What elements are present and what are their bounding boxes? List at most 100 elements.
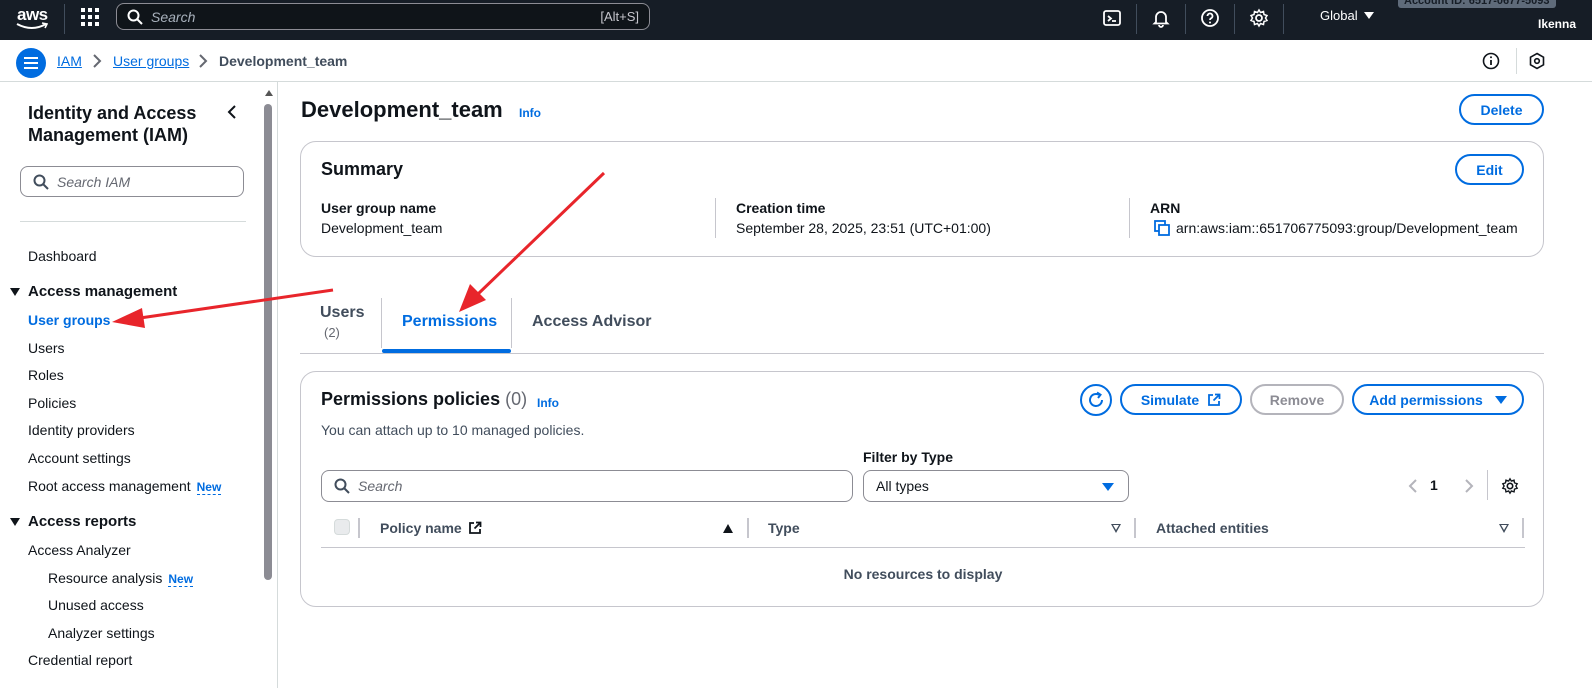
column-attached-entities[interactable]: Attached entities: [1156, 520, 1269, 536]
sidebar-section-access-management[interactable]: Access management: [10, 283, 177, 300]
sidebar-item-root-access[interactable]: Root access management New: [28, 478, 222, 495]
simulate-button-label: Simulate: [1140, 391, 1200, 408]
policy-search-placeholder: Search: [358, 478, 403, 494]
chevron-right-icon[interactable]: [1464, 478, 1474, 494]
menu-toggle-button[interactable]: [16, 48, 46, 78]
permissions-count: (0): [505, 389, 528, 409]
group-name-value: Development_team: [321, 220, 443, 236]
add-permissions-label: Add permissions: [1369, 391, 1483, 408]
sidebar-item-policies[interactable]: Policies: [28, 395, 76, 411]
summary-divider: [1129, 198, 1130, 238]
sidebar-section-access-reports[interactable]: Access reports: [10, 513, 136, 530]
section-label: Access management: [28, 283, 178, 300]
tab-users[interactable]: Users: [320, 304, 364, 322]
external-link-icon: [1208, 393, 1221, 406]
tab-users-count: (2): [324, 325, 340, 340]
permissions-info-link[interactable]: Info: [537, 396, 559, 410]
copy-icon[interactable]: [1154, 220, 1170, 236]
simulate-button[interactable]: Simulate: [1120, 384, 1242, 415]
new-badge: New: [168, 572, 194, 587]
permissions-title: Permissions policies (0): [321, 389, 527, 410]
refresh-button[interactable]: [1080, 384, 1112, 416]
scrollbar-thumb[interactable]: [264, 104, 272, 580]
sidebar-item-analyzer-settings[interactable]: Analyzer settings: [48, 625, 155, 641]
column-policy-name[interactable]: Policy name: [380, 520, 482, 536]
remove-button[interactable]: Remove: [1250, 384, 1344, 415]
sidebar-item-account-settings[interactable]: Account settings: [28, 450, 131, 466]
user-menu[interactable]: Ikenna: [1538, 17, 1576, 31]
help-icon[interactable]: [1200, 8, 1220, 28]
chevron-left-icon[interactable]: [226, 104, 238, 120]
caret-down-icon: [1494, 395, 1507, 404]
type-filter-value: All types: [876, 478, 929, 494]
sort-ascending-icon[interactable]: [723, 524, 733, 533]
breadcrumb-iam[interactable]: IAM: [57, 53, 82, 69]
sidebar-title: Identity and Access Management (IAM): [28, 103, 197, 145]
scroll-up-icon[interactable]: [265, 90, 273, 96]
caret-down-icon: [1102, 483, 1114, 491]
gear-icon[interactable]: [1501, 477, 1519, 495]
sidebar-item-label: Root access management: [28, 478, 191, 494]
account-id-badge[interactable]: Account ID: 6517-0677-5093: [1398, 0, 1556, 8]
sidebar-item-identity-providers[interactable]: Identity providers: [28, 422, 135, 438]
type-filter-select[interactable]: All types: [863, 470, 1129, 502]
sidebar-item-resource-analysis[interactable]: Resource analysis New: [48, 570, 194, 587]
sidebar-item-credential-report[interactable]: Credential report: [28, 652, 132, 668]
delete-button[interactable]: Delete: [1459, 94, 1544, 125]
empty-state-message: No resources to display: [843, 566, 1003, 582]
tab-divider: [511, 298, 512, 348]
external-link-icon: [468, 521, 482, 534]
sort-descending-icon[interactable]: [1111, 524, 1121, 533]
sidebar-item-roles[interactable]: Roles: [28, 367, 64, 383]
table-header: Policy name Type Attached entities: [321, 512, 1525, 548]
bell-icon[interactable]: [1151, 8, 1171, 28]
add-permissions-button[interactable]: Add permissions: [1352, 384, 1524, 415]
sidebar-search-placeholder: Search IAM: [57, 173, 131, 190]
global-search-placeholder: Search: [151, 8, 196, 25]
active-tab-indicator: [382, 349, 511, 353]
tab-access-advisor[interactable]: Access Advisor: [532, 313, 651, 331]
select-all-checkbox[interactable]: [334, 519, 350, 535]
search-icon: [33, 174, 49, 190]
column-label: Policy name: [380, 520, 462, 536]
permissions-card: Permissions policies (0) Info You can at…: [300, 371, 1544, 607]
search-icon: [127, 9, 143, 25]
creation-time-label: Creation time: [736, 200, 826, 216]
tab-permissions[interactable]: Permissions: [402, 313, 497, 331]
tab-divider: [381, 298, 382, 348]
info-circle-icon[interactable]: [1482, 52, 1500, 70]
global-search-input[interactable]: Search [Alt+S]: [116, 3, 650, 30]
sort-descending-icon[interactable]: [1499, 524, 1509, 533]
main-content: Development_team Info Delete Summary Edi…: [279, 82, 1592, 688]
nav-divider: [64, 4, 65, 34]
hexagon-settings-icon[interactable]: [1528, 52, 1546, 70]
arn-label: ARN: [1150, 200, 1181, 216]
top-navigation: aws Search [Alt+S] Global Account ID: 65…: [0, 0, 1592, 40]
title-info-link[interactable]: Info: [519, 106, 541, 120]
edit-button[interactable]: Edit: [1455, 154, 1524, 185]
refresh-icon: [1089, 391, 1103, 407]
breadcrumb-user-groups[interactable]: User groups: [113, 53, 189, 69]
sidebar-item-unused-access[interactable]: Unused access: [48, 597, 144, 613]
current-page[interactable]: 1: [1430, 477, 1438, 493]
nav-divider: [1136, 4, 1137, 34]
aws-logo[interactable]: aws: [16, 4, 50, 34]
sidebar-item-dashboard[interactable]: Dashboard: [28, 248, 97, 264]
chevron-left-icon[interactable]: [1408, 478, 1418, 494]
region-selector[interactable]: Global: [1320, 8, 1374, 23]
sidebar-item-access-analyzer[interactable]: Access Analyzer: [28, 542, 131, 558]
cloudshell-icon[interactable]: [1102, 8, 1122, 28]
sidebar-search-input[interactable]: Search IAM: [20, 166, 244, 197]
caret-down-icon: [10, 517, 20, 526]
summary-title: Summary: [321, 159, 404, 179]
chevron-right-icon: [93, 54, 102, 68]
filter-by-type-label: Filter by Type: [863, 449, 953, 465]
policy-search-input[interactable]: Search: [321, 470, 853, 502]
gear-icon[interactable]: [1249, 8, 1269, 28]
sidebar-item-users[interactable]: Users: [28, 340, 65, 356]
sidebar-scrollbar[interactable]: [262, 82, 274, 688]
sidebar-item-user-groups[interactable]: User groups: [28, 312, 110, 328]
column-type[interactable]: Type: [768, 520, 800, 536]
nav-divider: [1234, 4, 1235, 34]
services-grid-icon[interactable]: [81, 8, 99, 26]
